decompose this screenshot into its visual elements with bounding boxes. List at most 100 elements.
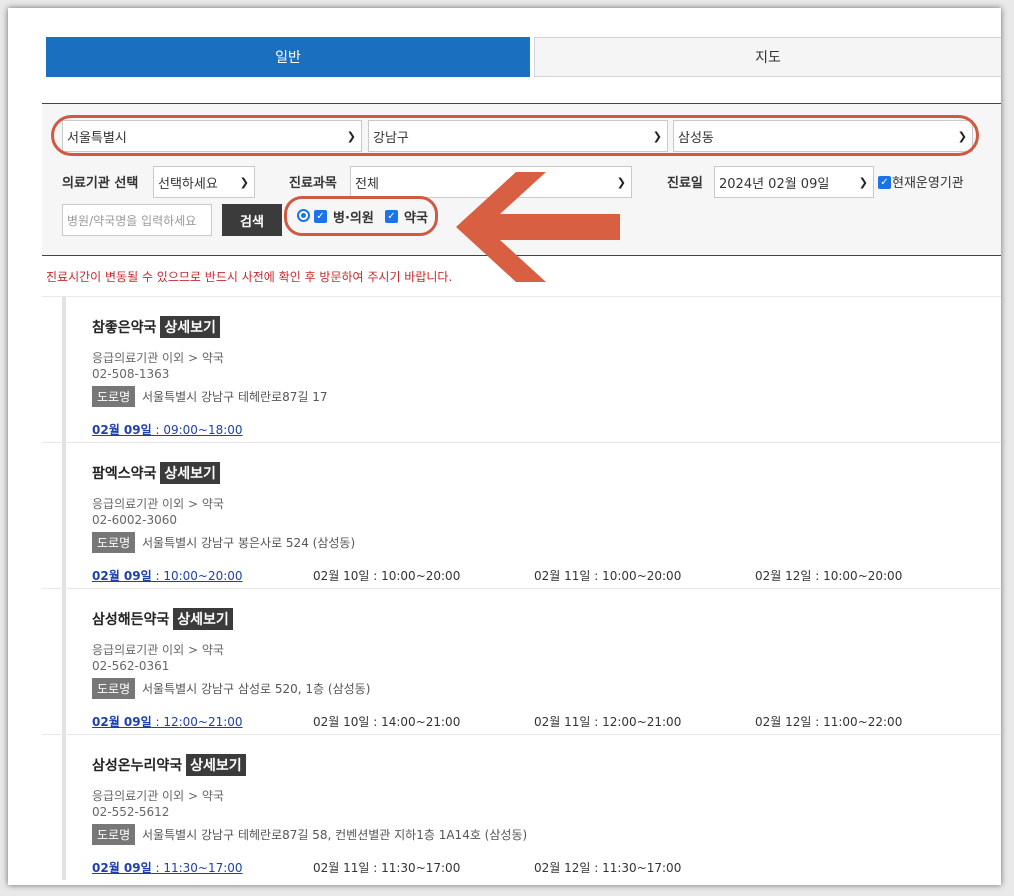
department-select-value: 전체 xyxy=(355,176,379,192)
detail-button[interactable]: 상세보기 xyxy=(160,462,220,484)
city-select[interactable]: 서울특별시 ❯ xyxy=(62,120,362,152)
hours-text: 02월 10일 : 10:00~20:00 xyxy=(313,567,460,584)
today-hours-link[interactable]: 02월 09일 : 12:00~21:00 xyxy=(92,713,243,730)
category-text: 응급의료기관 이외 > 약국 xyxy=(92,789,224,803)
hours-time: : 10:00~20:00 xyxy=(151,569,243,583)
result-list: 참좋은약국 상세보기 응급의료기관 이외 > 약국 02-508-1363 도로명 서울특… xyxy=(42,296,1001,880)
institution-label: 의료기관 선택 xyxy=(62,176,139,191)
phone-text: 02-6002-3060 xyxy=(92,513,178,527)
city-select-value: 서울특별시 xyxy=(67,130,127,146)
open-now-label: 현재운영기관 xyxy=(892,176,964,191)
hours-text: 02월 12일 : 11:00~22:00 xyxy=(755,713,902,730)
dong-select-value: 삼성동 xyxy=(678,130,714,146)
date-select-value: 2024년 02월 09일 xyxy=(719,176,830,192)
open-now-checkbox[interactable]: ✓ xyxy=(878,176,891,189)
today-hours-link[interactable]: 02월 09일 : 09:00~18:00 xyxy=(92,421,243,438)
institution-select[interactable]: 선택하세요 ❯ xyxy=(153,166,255,198)
hours-time: : 10:00~20:00 xyxy=(811,569,903,583)
date-select[interactable]: 2024년 02월 09일 ❯ xyxy=(714,166,874,198)
pharmacy-checkbox[interactable]: ✓ xyxy=(385,210,398,223)
district-select-value: 강남구 xyxy=(373,130,409,146)
date-label: 진료일 xyxy=(667,176,703,191)
tab-general[interactable]: 일반 xyxy=(46,37,530,77)
department-label: 진료과목 xyxy=(289,176,337,191)
hours-day: 02월 09일 xyxy=(92,423,152,437)
search-input[interactable]: 병원/약국명을 입력하세요 xyxy=(62,204,212,236)
list-item: 참좋은약국 상세보기 응급의료기관 이외 > 약국 02-508-1363 도로명 서울특… xyxy=(42,296,1001,442)
pharmacy-name-text: 팜엑스약국 xyxy=(92,466,157,482)
address-text: 서울특별시 강남구 테헤란로87길 58, 컨벤션별관 지하1층 1A14호 (… xyxy=(142,828,528,842)
district-select[interactable]: 강남구 ❯ xyxy=(368,120,668,152)
hours-text: 02월 11일 : 12:00~21:00 xyxy=(534,713,681,730)
hours-text: 02월 12일 : 10:00~20:00 xyxy=(755,567,902,584)
address-text: 서울특별시 강남구 삼성로 520, 1층 (삼성동) xyxy=(142,682,371,696)
phone-text: 02-508-1363 xyxy=(92,367,170,381)
hours-time: : 12:00~21:00 xyxy=(151,715,243,729)
chevron-down-icon: ❯ xyxy=(239,176,249,189)
road-address-badge: 도로명 xyxy=(92,824,136,845)
hours-time: : 11:30~17:00 xyxy=(590,861,682,875)
chevron-down-icon: ❯ xyxy=(616,176,626,189)
search-button[interactable]: 검색 xyxy=(222,204,282,236)
detail-button[interactable]: 상세보기 xyxy=(160,316,220,338)
item-accent-bar xyxy=(62,735,66,880)
view-tabs: 일반 지도 xyxy=(46,37,1001,77)
phone-text: 02-562-0361 xyxy=(92,659,170,673)
hours-day: 02월 10일 xyxy=(313,715,370,729)
hours-time: : 11:00~22:00 xyxy=(811,715,903,729)
tab-map[interactable]: 지도 xyxy=(534,37,1001,77)
hospital-checkbox[interactable]: ✓ xyxy=(314,210,327,223)
list-item: 팜엑스약국 상세보기응급의료기관 이외 > 약국 02-6002-3060 도로명 서울… xyxy=(42,442,1001,588)
chevron-down-icon: ❯ xyxy=(652,130,662,143)
today-hours-link[interactable]: 02월 09일 : 11:30~17:00 xyxy=(92,859,243,876)
road-address-badge: 도로명 xyxy=(92,532,136,553)
pharmacy-name-text: 삼성온누리약국 xyxy=(92,758,183,774)
hours-text: 02월 10일 : 14:00~21:00 xyxy=(313,713,460,730)
browser-frame: 일반 지도 서울특별시 ❯ 강남구 ❯ 삼성동 ❯ 의료기관 선택 선택하세요 … xyxy=(8,8,1001,885)
hours-time: : 11:30~17:00 xyxy=(151,861,243,875)
hours-day: 02월 11일 xyxy=(534,569,591,583)
hours-text: 02월 12일 : 11:30~17:00 xyxy=(534,859,681,876)
hours-day: 02월 11일 xyxy=(313,861,370,875)
list-item: 삼성온누리약국 상세보기 응급의료기관 이외 > 약국 02-552-5612 도로명 서… xyxy=(42,734,1001,880)
today-hours-link[interactable]: 02월 09일 : 10:00~20:00 xyxy=(92,567,243,584)
chevron-down-icon: ❯ xyxy=(858,176,868,189)
hours-time: : 11:30~17:00 xyxy=(369,861,461,875)
detail-button[interactable]: 상세보기 xyxy=(173,608,233,630)
pharmacy-name: 삼성해든약국 상세보기 xyxy=(92,608,233,630)
road-address-badge: 도로명 xyxy=(92,386,136,407)
chevron-down-icon: ❯ xyxy=(957,130,967,143)
type-radio[interactable] xyxy=(297,209,310,222)
hours-time: : 12:00~21:00 xyxy=(590,715,682,729)
category-text: 응급의료기관 이외 > 약국 xyxy=(92,351,224,365)
hours-day: 02월 09일 xyxy=(92,861,152,875)
hours-time: : 09:00~18:00 xyxy=(151,423,243,437)
notice-text: 진료시간이 변동될 수 있으므로 반드시 사전에 확인 후 방문하여 주시기 바… xyxy=(46,270,453,284)
department-select[interactable]: 전체 ❯ xyxy=(350,166,632,198)
hours-text: 02월 11일 : 10:00~20:00 xyxy=(534,567,681,584)
item-accent-bar xyxy=(62,443,66,588)
hours-time: : 10:00~20:00 xyxy=(590,569,682,583)
detail-button[interactable]: 상세보기 xyxy=(186,754,246,776)
list-item: 삼성해든약국 상세보기응급의료기관 이외 > 약국 02-562-0361 도로명 서울… xyxy=(42,588,1001,734)
pharmacy-name-text: 참좋은약국 xyxy=(92,320,157,336)
hours-text: 02월 11일 : 11:30~17:00 xyxy=(313,859,460,876)
search-placeholder: 병원/약국명을 입력하세요 xyxy=(67,213,197,228)
pharmacy-name: 팜엑스약국 상세보기 xyxy=(92,462,220,484)
hours-day: 02월 09일 xyxy=(92,715,152,729)
hours-day: 02월 12일 xyxy=(755,715,812,729)
category-text: 응급의료기관 이외 > 약국 xyxy=(92,497,224,511)
hospital-checkbox-label: 병·의원 xyxy=(333,211,374,226)
pharmacy-checkbox-label: 약국 xyxy=(404,211,428,226)
pharmacy-name: 참좋은약국 상세보기 xyxy=(92,316,220,338)
road-address-badge: 도로명 xyxy=(92,678,136,699)
filter-panel: 서울특별시 ❯ 강남구 ❯ 삼성동 ❯ 의료기관 선택 선택하세요 ❯ 진료과목… xyxy=(42,103,1001,282)
address-text: 서울특별시 강남구 봉은사로 524 (삼성동) xyxy=(142,536,356,550)
item-accent-bar xyxy=(62,589,66,734)
category-text: 응급의료기관 이외 > 약국 xyxy=(92,643,224,657)
dong-select[interactable]: 삼성동 ❯ xyxy=(673,120,973,152)
hours-day: 02월 10일 xyxy=(313,569,370,583)
hours-day: 02월 12일 xyxy=(755,569,812,583)
pharmacy-name: 삼성온누리약국 상세보기 xyxy=(92,754,246,776)
hours-time: : 14:00~21:00 xyxy=(369,715,461,729)
